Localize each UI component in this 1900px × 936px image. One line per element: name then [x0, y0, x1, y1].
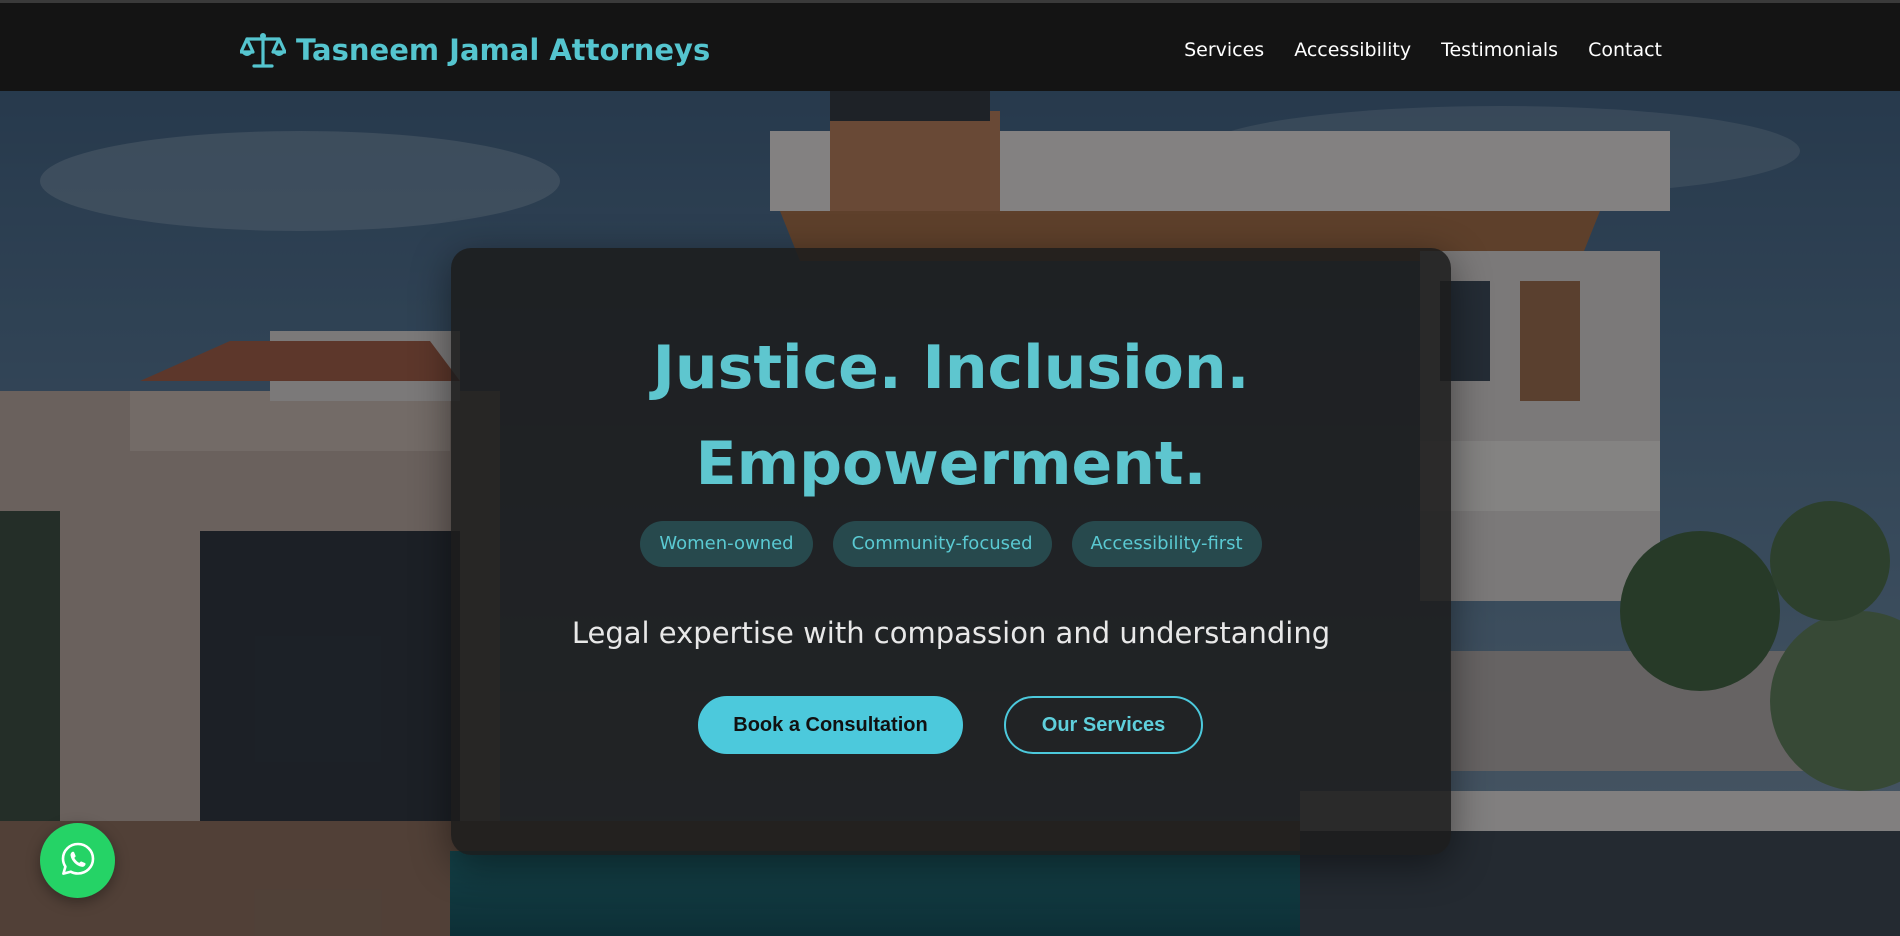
hero-card: Justice. Inclusion. Empowerment. Women-o…	[451, 248, 1451, 855]
brand-logo-link[interactable]: Tasneem Jamal Attorneys	[240, 30, 710, 70]
hero-tagline: Legal expertise with compassion and unde…	[571, 616, 1331, 650]
hero-headline-line-2: Empowerment.	[695, 429, 1207, 499]
whatsapp-chat-button[interactable]	[40, 823, 115, 898]
nav-link-accessibility[interactable]: Accessibility	[1294, 37, 1411, 63]
pill-community-focused: Community-focused	[832, 521, 1052, 567]
pill-accessibility-first: Accessibility-first	[1071, 521, 1262, 567]
hero-headline: Justice. Inclusion. Empowerment.	[451, 320, 1451, 512]
site-header: Tasneem Jamal Attorneys Services Accessi…	[0, 0, 1900, 91]
brand-name: Tasneem Jamal Attorneys	[296, 33, 711, 67]
pill-women-owned: Women-owned	[640, 521, 813, 567]
main-nav: Services Accessibility Testimonials Cont…	[1184, 37, 1662, 63]
our-services-button[interactable]: Our Services	[1004, 696, 1203, 754]
scales-of-justice-icon	[240, 31, 286, 69]
nav-link-contact[interactable]: Contact	[1588, 37, 1662, 63]
hero-headline-line-1: Justice. Inclusion.	[652, 333, 1250, 403]
nav-link-services[interactable]: Services	[1184, 37, 1264, 63]
whatsapp-icon	[60, 841, 96, 881]
book-consultation-button[interactable]: Book a Consultation	[698, 696, 963, 754]
hero-pill-group: Women-owned Community-focused Accessibil…	[451, 521, 1451, 567]
nav-link-testimonials[interactable]: Testimonials	[1441, 37, 1558, 63]
